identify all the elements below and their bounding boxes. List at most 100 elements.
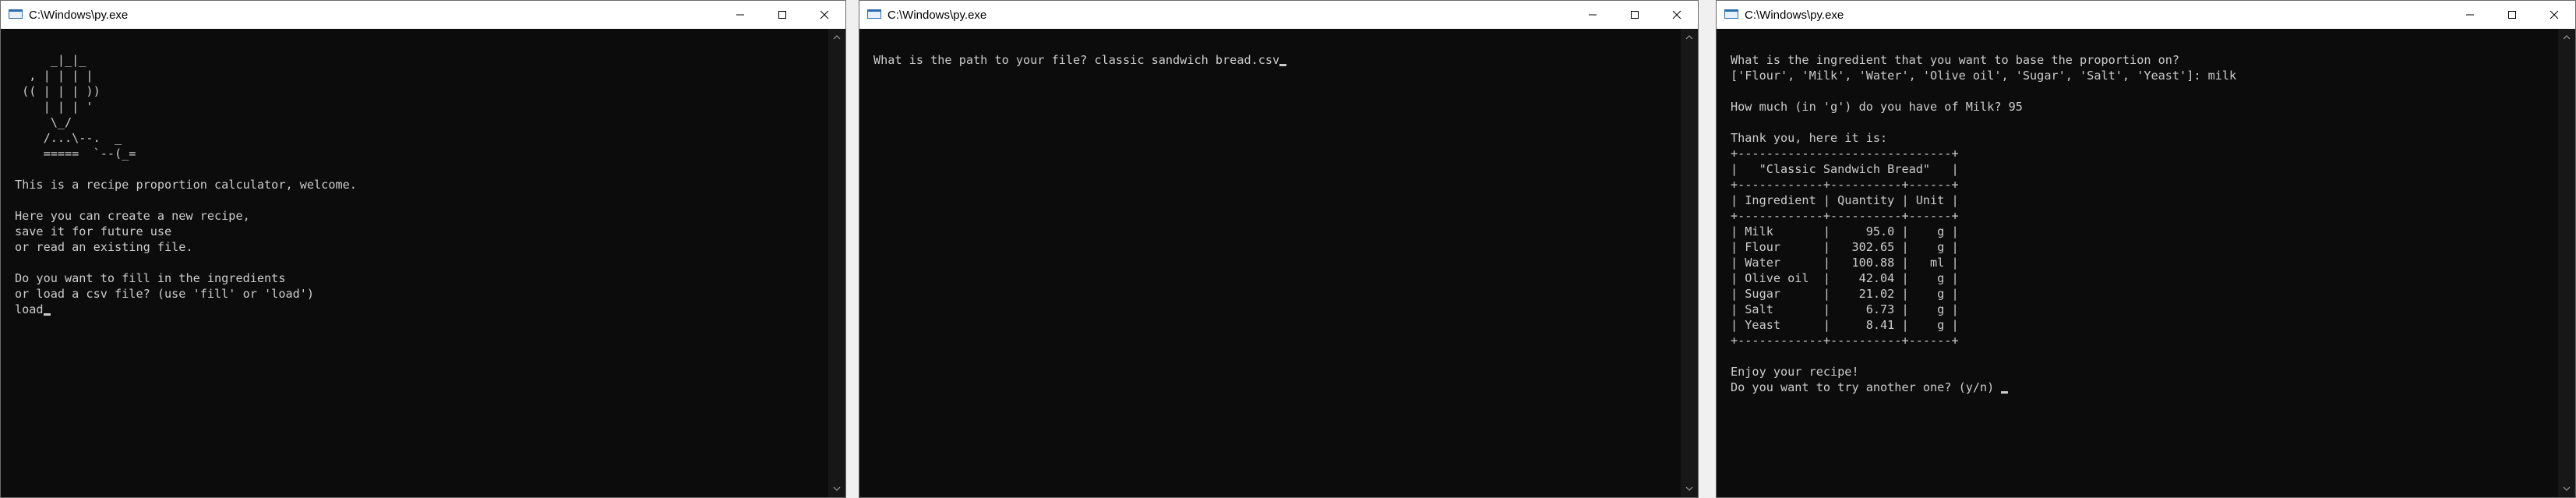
console-line-text: ['Flour', 'Milk', 'Water', 'Olive oil', … [1731,69,2237,83]
console-line: Do you want to fill in the ingredients [15,270,828,286]
minimize-button[interactable] [2449,1,2491,29]
console-line-text: Do you want to try another one? (y/n) [1731,380,2002,394]
window-title: C:\Windows\py.exe [1745,8,1844,22]
console-line-text: | Sugar | 21.02 | g | [1731,287,1959,301]
console-line-text: save it for future use [15,224,172,238]
console-window-1[interactable]: C:\Windows\py.exe _|_|_ , | | | | (( | |… [0,0,846,498]
chevron-down-icon [2563,486,2571,491]
console-line-text: Here you can create a new recipe, [15,209,250,223]
minimize-button[interactable] [1572,1,1614,29]
console-line-text: | Flour | 302.65 | g | [1731,240,1959,254]
console-line-text: +------------+----------+------+ [1731,334,1959,348]
close-button[interactable] [1656,1,1698,29]
title-bar[interactable]: C:\Windows\py.exe [1,1,845,29]
console-app-icon[interactable] [9,9,23,20]
scroll-up-button[interactable] [828,30,845,44]
console-line-text: ===== `--(_= [15,147,136,161]
maximize-button[interactable] [1614,1,1656,29]
maximize-button[interactable] [761,1,803,29]
console-line-text: | Olive oil | 42.04 | g | [1731,271,1959,285]
chevron-down-icon [1685,486,1693,491]
console-line: Enjoy your recipe! [1731,364,2558,380]
scroll-down-button[interactable] [828,482,845,496]
scroll-up-button[interactable] [2558,30,2575,44]
scroll-track[interactable] [2563,48,2571,479]
window-controls [1572,1,1698,29]
minimize-icon [1589,14,1597,16]
console-line-text: load [15,302,44,316]
console-line-text: \_/ [15,115,72,129]
title-bar[interactable]: C:\Windows\py.exe [1717,1,2575,29]
scroll-down-button[interactable] [2558,482,2575,496]
console-window-2[interactable]: C:\Windows\py.exe What is the path to you… [859,0,1699,498]
close-button[interactable] [2533,1,2575,29]
console-output[interactable]: What is the ingredient that you want to … [1717,29,2558,497]
console-line: What is the path to your file? classic s… [873,52,1681,68]
vertical-scrollbar[interactable] [1681,29,1698,497]
minimize-icon [2466,14,2474,16]
console-line: ['Flour', 'Milk', 'Water', 'Olive oil', … [1731,68,2558,83]
chevron-down-icon [833,486,841,491]
console-window-3[interactable]: C:\Windows\py.exe What is the ingredient … [1716,0,2576,498]
console-line: \_/ [15,115,828,130]
console-line-text: | "Classic Sandwich Bread" | [1731,162,1959,176]
maximize-icon [1631,11,1639,19]
console-output[interactable]: What is the path to your file? classic s… [859,29,1681,497]
vertical-scrollbar[interactable] [2558,29,2575,497]
console-line: How much (in 'g') do you have of Milk? 9… [1731,99,2558,115]
console-line-text: +------------------------------+ [1731,147,1959,161]
console-app-icon[interactable] [1724,9,1738,20]
console-line-text: , | | | | [15,69,94,83]
maximize-icon [2508,11,2516,19]
console-line: | Ingredient | Quantity | Unit | [1731,192,2558,208]
console-line-text: | Salt | 6.73 | g | [1731,302,1959,316]
maximize-button[interactable] [2491,1,2533,29]
chevron-up-icon [833,35,841,40]
console-line: , | | | | [15,68,828,83]
close-button[interactable] [803,1,845,29]
text-cursor [2001,391,2009,394]
console-line: +------------+----------+------+ [1731,177,2558,192]
console-line: Do you want to try another one? (y/n) [1731,380,2558,395]
console-line: +------------------------------+ [1731,146,2558,161]
title-bar[interactable]: C:\Windows\py.exe [859,1,1698,29]
console-line-text: | | | ' [15,100,94,114]
console-line-text: How much (in 'g') do you have of Milk? 9… [1731,100,2023,114]
console-line-text: What is the ingredient that you want to … [1731,53,2180,67]
console-line-text: (( | | | )) [15,84,101,98]
console-line: | Water | 100.88 | ml | [1731,255,2558,270]
console-line-text: | Yeast | 8.41 | g | [1731,318,1959,332]
window-controls [719,1,845,29]
console-line: | Flour | 302.65 | g | [1731,239,2558,255]
console-line-text: _|_|_ [15,53,86,67]
console-app-icon[interactable] [867,9,881,20]
console-line-text: Enjoy your recipe! [1731,365,1859,379]
console-line-text: | Milk | 95.0 | g | [1731,224,1959,238]
chevron-up-icon [2563,35,2571,40]
scroll-down-button[interactable] [1681,482,1698,496]
scroll-track[interactable] [1685,48,1693,479]
console-line: +------------+----------+------+ [1731,208,2558,224]
console-output[interactable]: _|_|_ , | | | | (( | | | )) | | | ' \_/ … [1,29,828,497]
console-line-text: | Water | 100.88 | ml | [1731,256,1959,270]
window-controls [2449,1,2575,29]
console-line-text: | Ingredient | Quantity | Unit | [1731,193,1959,207]
minimize-button[interactable] [719,1,761,29]
console-line: What is the ingredient that you want to … [1731,52,2558,68]
console-line: _|_|_ [15,52,828,68]
console-line: ===== `--(_= [15,146,828,161]
text-cursor [43,313,51,316]
close-icon [820,10,829,19]
minimize-icon [736,14,744,16]
scroll-track[interactable] [833,48,841,479]
console-line-text: +------------+----------+------+ [1731,209,1959,223]
console-line: Here you can create a new recipe, [15,208,828,224]
vertical-scrollbar[interactable] [828,29,845,497]
console-line-text: Do you want to fill in the ingredients [15,271,286,285]
scroll-up-button[interactable] [1681,30,1698,44]
